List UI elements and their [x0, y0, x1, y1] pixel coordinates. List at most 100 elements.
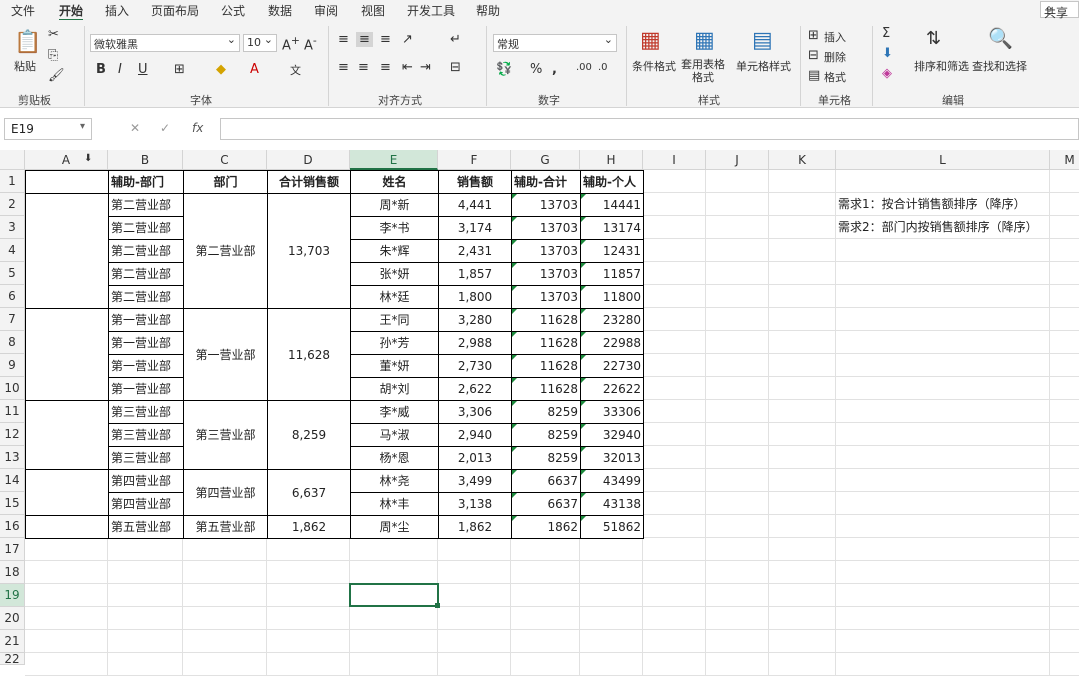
aux-person-cell[interactable]: 32940 [580, 423, 644, 447]
paste-icon[interactable]: 📋 [14, 30, 41, 55]
error-indicator-icon[interactable] [512, 516, 517, 521]
sort-filter-button[interactable]: 排序和筛选 [914, 58, 969, 74]
aux-person-cell[interactable]: 22730 [580, 354, 644, 378]
error-indicator-icon[interactable] [512, 447, 517, 452]
dept-merged-cell[interactable]: 第四营业部 [183, 469, 268, 516]
column-header-j[interactable]: J [706, 150, 769, 170]
paste-button[interactable]: 粘贴 [14, 58, 36, 74]
menu-page-layout[interactable]: 页面布局 [151, 2, 199, 19]
menu-data[interactable]: 数据 [268, 2, 292, 19]
column-header-g[interactable]: G [511, 150, 580, 170]
chevron-down-icon[interactable]: ▾ [80, 121, 85, 132]
cell-a-group[interactable] [25, 193, 109, 309]
column-header-l[interactable]: L [836, 150, 1050, 170]
aux-total-cell[interactable]: 8259 [511, 423, 581, 447]
name-cell[interactable]: 马*淑 [350, 423, 439, 447]
column-header-h[interactable]: H [580, 150, 643, 170]
sales-cell[interactable]: 1,800 [438, 285, 512, 309]
aux-total-cell[interactable]: 11628 [511, 331, 581, 355]
name-cell[interactable]: 孙*芳 [350, 331, 439, 355]
row-header-9[interactable]: 9 [0, 354, 25, 377]
error-indicator-icon[interactable] [581, 263, 586, 268]
sales-cell[interactable]: 3,306 [438, 400, 512, 424]
menu-view[interactable]: 视图 [361, 2, 385, 19]
row-header-17[interactable]: 17 [0, 538, 25, 561]
cell-styles-icon[interactable]: ▤ [752, 28, 773, 53]
aux-person-cell[interactable]: 43499 [580, 469, 644, 493]
row-header-19[interactable]: 19 [0, 584, 25, 607]
name-cell[interactable]: 林*廷 [350, 285, 439, 309]
row-header-1[interactable]: 1 [0, 170, 25, 193]
total-sales-merged-cell[interactable]: 11,628 [267, 308, 351, 401]
error-indicator-icon[interactable] [512, 493, 517, 498]
aux-total-cell[interactable]: 13703 [511, 262, 581, 286]
cut-icon[interactable]: ✂ [48, 27, 59, 42]
sales-cell[interactable]: 1,857 [438, 262, 512, 286]
column-header-a[interactable]: A [25, 150, 108, 170]
underline-button[interactable]: U [138, 62, 148, 77]
name-cell[interactable]: 李*威 [350, 400, 439, 424]
comma-icon[interactable]: , [552, 62, 557, 77]
cell-a-group[interactable] [25, 515, 109, 539]
menu-developer[interactable]: 开发工具 [407, 2, 455, 19]
aux-dept-cell[interactable]: 第一营业部 [108, 331, 184, 355]
fill-handle[interactable] [435, 603, 440, 608]
orientation-icon[interactable]: ↗ [402, 32, 413, 47]
cell-styles-button[interactable]: 单元格样式 [736, 58, 791, 74]
menu-home[interactable]: 开始 [59, 2, 84, 21]
aux-person-cell[interactable]: 33306 [580, 400, 644, 424]
aux-total-cell[interactable]: 8259 [511, 446, 581, 470]
error-indicator-icon[interactable] [512, 194, 517, 199]
error-indicator-icon[interactable] [512, 286, 517, 291]
aux-dept-cell[interactable]: 第四营业部 [108, 492, 184, 516]
increase-decimal-icon[interactable]: .00 [576, 62, 592, 73]
italic-button[interactable]: I [118, 62, 122, 77]
column-header-k[interactable]: K [769, 150, 836, 170]
header-total-sales[interactable]: 合计销售额 [267, 170, 351, 194]
menu-help[interactable]: 帮助 [476, 2, 500, 19]
error-indicator-icon[interactable] [512, 240, 517, 245]
aux-dept-cell[interactable]: 第三营业部 [108, 400, 184, 424]
aux-person-cell[interactable]: 11857 [580, 262, 644, 286]
insert-function-button[interactable]: fx [192, 121, 203, 135]
cell-a-group[interactable] [25, 400, 109, 470]
error-indicator-icon[interactable] [581, 332, 586, 337]
aux-total-cell[interactable]: 11628 [511, 308, 581, 332]
row-header-6[interactable]: 6 [0, 285, 25, 308]
percent-button[interactable]: % [530, 62, 542, 77]
total-sales-merged-cell[interactable]: 6,637 [267, 469, 351, 516]
name-cell[interactable]: 周*新 [350, 193, 439, 217]
error-indicator-icon[interactable] [581, 424, 586, 429]
name-cell[interactable]: 王*同 [350, 308, 439, 332]
error-indicator-icon[interactable] [581, 401, 586, 406]
name-cell[interactable]: 周*尘 [350, 515, 439, 539]
error-indicator-icon[interactable] [581, 355, 586, 360]
name-cell[interactable]: 胡*刘 [350, 377, 439, 401]
column-header-i[interactable]: I [643, 150, 706, 170]
row-header-15[interactable]: 15 [0, 492, 25, 515]
font-size-dropdown[interactable]: 10 [243, 33, 277, 52]
menu-review[interactable]: 审阅 [314, 2, 338, 19]
aux-dept-cell[interactable]: 第二营业部 [108, 262, 184, 286]
aux-person-cell[interactable]: 51862 [580, 515, 644, 539]
row-header-2[interactable]: 2 [0, 193, 25, 216]
dept-merged-cell[interactable]: 第一营业部 [183, 308, 268, 401]
format-cells-button[interactable]: 格式 [824, 69, 846, 85]
cell-a-group[interactable] [25, 469, 109, 516]
total-sales-merged-cell[interactable]: 13,703 [267, 193, 351, 309]
row-header-5[interactable]: 5 [0, 262, 25, 285]
borders-icon[interactable]: ⊞ [174, 62, 185, 77]
format-cells-icon[interactable]: ▤ [808, 68, 820, 83]
header-aux-dept[interactable]: 辅助-部门 [108, 170, 184, 194]
sales-cell[interactable]: 3,138 [438, 492, 512, 516]
aux-dept-cell[interactable]: 第一营业部 [108, 354, 184, 378]
align-top-icon[interactable]: ≡ [338, 32, 349, 47]
row-header-4[interactable]: 4 [0, 239, 25, 262]
table-format-icon[interactable]: ▦ [694, 28, 715, 53]
aux-dept-cell[interactable]: 第四营业部 [108, 469, 184, 493]
cell-a1[interactable] [25, 170, 109, 194]
aux-dept-cell[interactable]: 第三营业部 [108, 446, 184, 470]
format-painter-icon[interactable]: 🖌 [48, 68, 65, 83]
delete-cells-icon[interactable]: ⊟ [808, 48, 819, 63]
column-header-m[interactable]: M [1050, 150, 1079, 170]
